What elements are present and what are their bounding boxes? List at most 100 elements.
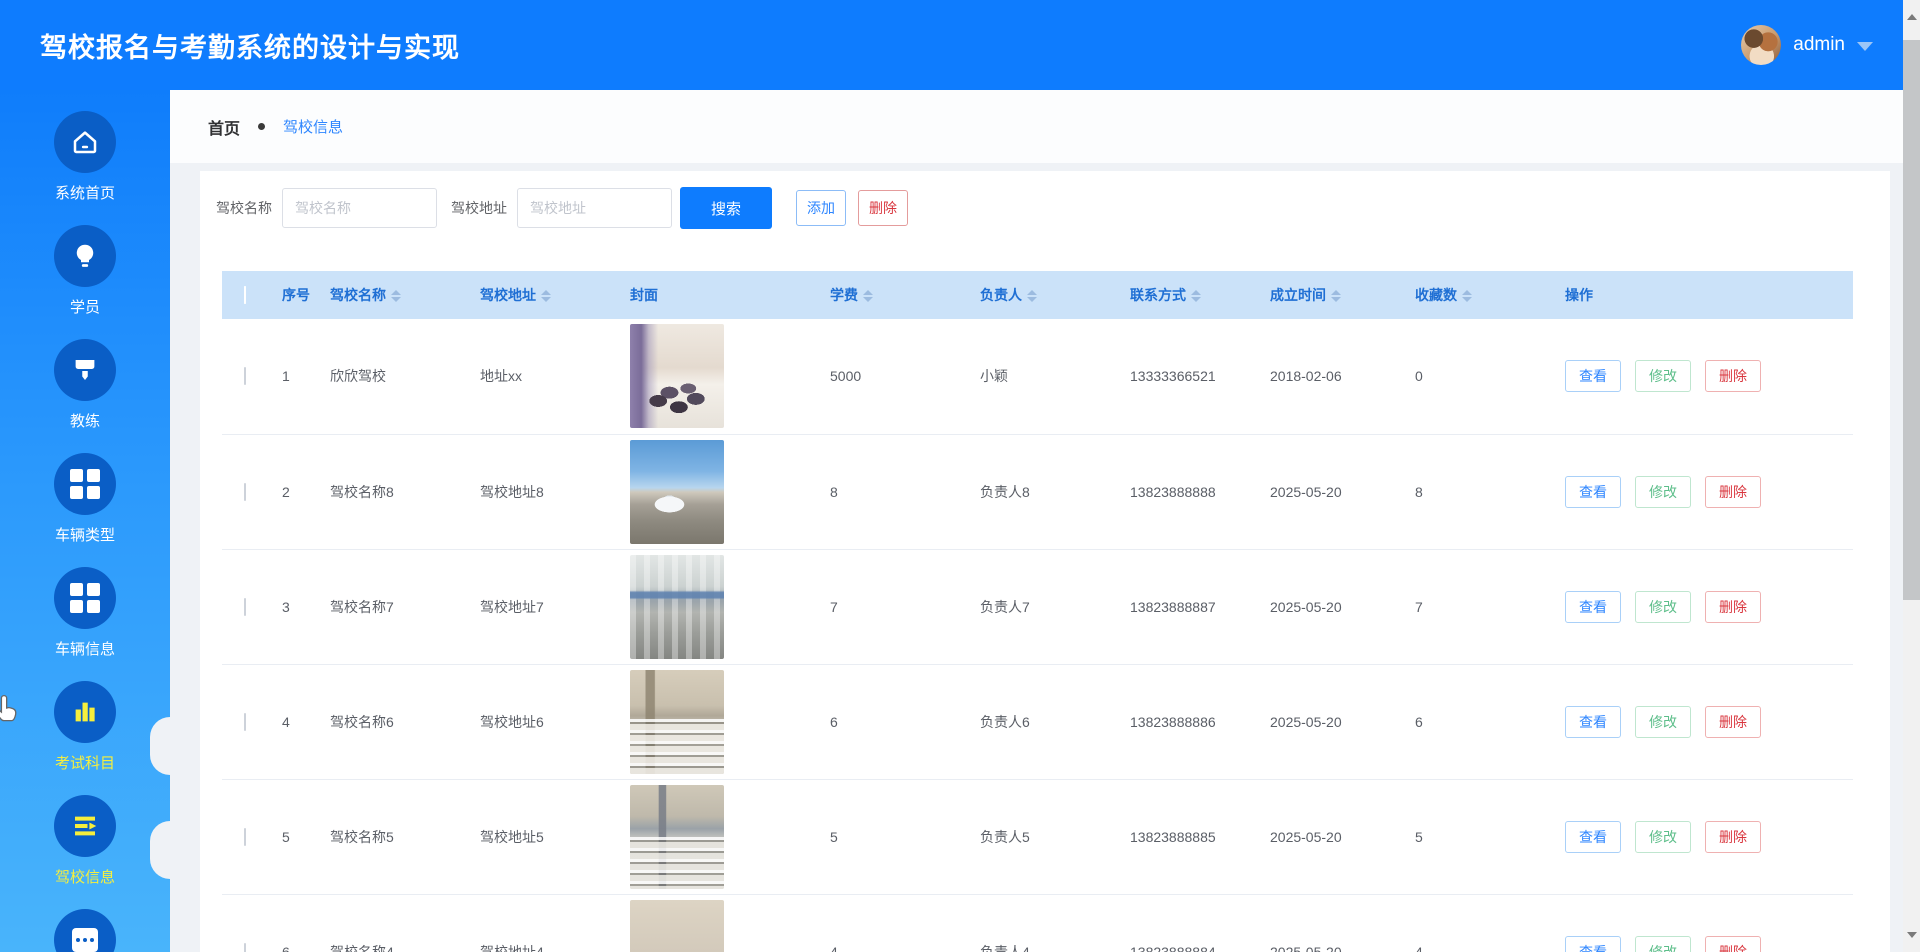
cell-manager: 负责人7 <box>970 549 1120 664</box>
sidebar-item-students[interactable]: 学员 <box>0 225 170 339</box>
table-row: 5 驾校名称5 驾校地址5 5 负责人5 13823888885 2025-05… <box>222 779 1853 894</box>
row-checkbox[interactable] <box>244 367 246 385</box>
cell-favorites: 5 <box>1405 779 1555 894</box>
sidebar-item-messages[interactable] <box>0 909 170 952</box>
cell-manager: 负责人4 <box>970 894 1120 952</box>
row-checkbox[interactable] <box>244 828 246 846</box>
column-header-fee[interactable]: 学费 <box>820 271 970 319</box>
cell-manager: 负责人5 <box>970 779 1120 894</box>
user-name: admin <box>1793 34 1845 56</box>
scrollbar[interactable] <box>1903 0 1920 952</box>
edit-button[interactable]: 修改 <box>1635 360 1691 392</box>
edit-button[interactable]: 修改 <box>1635 591 1691 623</box>
table-row: 6 驾校名称4 驾校地址4 4 负责人4 13823888884 2025-05… <box>222 894 1853 952</box>
row-delete-button[interactable]: 删除 <box>1705 706 1761 738</box>
cell-favorites: 7 <box>1405 549 1555 664</box>
view-button[interactable]: 查看 <box>1565 706 1621 738</box>
sidebar-item-coaches[interactable]: 教练 <box>0 339 170 453</box>
school-name-label: 驾校名称 <box>216 198 272 218</box>
sort-icon[interactable] <box>1331 290 1341 302</box>
mouse-cursor <box>0 693 21 732</box>
home-icon <box>54 111 116 173</box>
schools-table: 序号 驾校名称 驾校地址 封面 学费 负责人 联系方式 成立时间 收藏数 操作 … <box>222 271 1853 952</box>
cell-no: 3 <box>272 549 320 664</box>
cell-date: 2025-05-20 <box>1260 549 1405 664</box>
cell-name: 驾校名称8 <box>320 434 470 549</box>
sidebar-item-vehicle-info[interactable]: 车辆信息 <box>0 567 170 681</box>
row-delete-button[interactable]: 删除 <box>1705 591 1761 623</box>
main-panel: 驾校名称 驾校地址 搜索 添加 删除 序号 驾校名称 驾校地址 封面 <box>200 171 1890 952</box>
row-delete-button[interactable]: 删除 <box>1705 476 1761 508</box>
row-delete-button[interactable]: 删除 <box>1705 821 1761 853</box>
view-button[interactable]: 查看 <box>1565 360 1621 392</box>
cell-no: 6 <box>272 894 320 952</box>
cell-address: 地址xx <box>470 319 620 434</box>
edit-button[interactable]: 修改 <box>1635 476 1691 508</box>
column-header-phone[interactable]: 联系方式 <box>1120 271 1260 319</box>
column-header-manager[interactable]: 负责人 <box>970 271 1120 319</box>
cell-favorites: 0 <box>1405 319 1555 434</box>
delete-button[interactable]: 删除 <box>858 190 908 226</box>
sort-icon[interactable] <box>1191 290 1201 302</box>
row-checkbox[interactable] <box>244 598 246 616</box>
user-menu[interactable]: admin <box>1741 0 1873 90</box>
school-name-input[interactable] <box>282 188 437 228</box>
table-row: 3 驾校名称7 驾校地址7 7 负责人7 13823888887 2025-05… <box>222 549 1853 664</box>
table-row: 1 欣欣驾校 地址xx 5000 小颖 13333366521 2018-02-… <box>222 319 1853 434</box>
breadcrumb-home[interactable]: 首页 <box>208 115 240 139</box>
sort-icon[interactable] <box>1462 290 1472 302</box>
row-checkbox[interactable] <box>244 483 246 501</box>
row-delete-button[interactable]: 删除 <box>1705 936 1761 952</box>
column-header-name[interactable]: 驾校名称 <box>320 271 470 319</box>
cell-phone: 13823888884 <box>1120 894 1260 952</box>
avatar[interactable] <box>1741 25 1781 65</box>
cell-phone: 13823888886 <box>1120 664 1260 779</box>
sidebar-item-school-info[interactable]: 驾校信息 <box>0 795 170 909</box>
edit-button[interactable]: 修改 <box>1635 706 1691 738</box>
cell-address: 驾校地址7 <box>470 549 620 664</box>
search-button[interactable]: 搜索 <box>680 187 772 229</box>
column-header-address[interactable]: 驾校地址 <box>470 271 620 319</box>
grid-icon <box>54 567 116 629</box>
cell-fee: 4 <box>820 894 970 952</box>
cell-fee: 6 <box>820 664 970 779</box>
edit-button[interactable]: 修改 <box>1635 821 1691 853</box>
row-checkbox[interactable] <box>244 713 246 731</box>
sort-icon[interactable] <box>391 290 401 302</box>
edit-button[interactable]: 修改 <box>1635 936 1691 952</box>
view-button[interactable]: 查看 <box>1565 821 1621 853</box>
breadcrumb-current[interactable]: 驾校信息 <box>283 116 343 137</box>
cell-date: 2025-05-20 <box>1260 894 1405 952</box>
column-header-favorites[interactable]: 收藏数 <box>1405 271 1555 319</box>
message-icon <box>54 909 116 952</box>
brush-icon <box>54 339 116 401</box>
scrollbar-thumb[interactable] <box>1903 40 1920 600</box>
sidebar-item-home[interactable]: 系统首页 <box>0 90 170 225</box>
sidebar-item-exam-subjects[interactable]: 考试科目 <box>0 681 170 795</box>
school-address-input[interactable] <box>517 188 672 228</box>
view-button[interactable]: 查看 <box>1565 936 1621 952</box>
cell-address: 驾校地址8 <box>470 434 620 549</box>
cell-address: 驾校地址5 <box>470 779 620 894</box>
add-button[interactable]: 添加 <box>796 190 846 226</box>
sort-icon[interactable] <box>541 290 551 302</box>
select-all-checkbox[interactable] <box>244 286 246 304</box>
cell-fee: 7 <box>820 549 970 664</box>
view-button[interactable]: 查看 <box>1565 476 1621 508</box>
cell-fee: 5000 <box>820 319 970 434</box>
cell-name: 驾校名称7 <box>320 549 470 664</box>
column-header-actions: 操作 <box>1555 271 1853 319</box>
scroll-down-icon[interactable] <box>1903 918 1920 952</box>
view-button[interactable]: 查看 <box>1565 591 1621 623</box>
bar-chart-icon <box>54 681 116 743</box>
lightbulb-icon <box>54 225 116 287</box>
table-row: 2 驾校名称8 驾校地址8 8 负责人8 13823888888 2025-05… <box>222 434 1853 549</box>
row-delete-button[interactable]: 删除 <box>1705 360 1761 392</box>
cell-name: 驾校名称6 <box>320 664 470 779</box>
sidebar-item-vehicle-types[interactable]: 车辆类型 <box>0 453 170 567</box>
column-header-date[interactable]: 成立时间 <box>1260 271 1405 319</box>
row-checkbox[interactable] <box>244 943 246 952</box>
sort-icon[interactable] <box>1027 290 1037 302</box>
sort-icon[interactable] <box>863 290 873 302</box>
scroll-up-icon[interactable] <box>1903 0 1920 34</box>
